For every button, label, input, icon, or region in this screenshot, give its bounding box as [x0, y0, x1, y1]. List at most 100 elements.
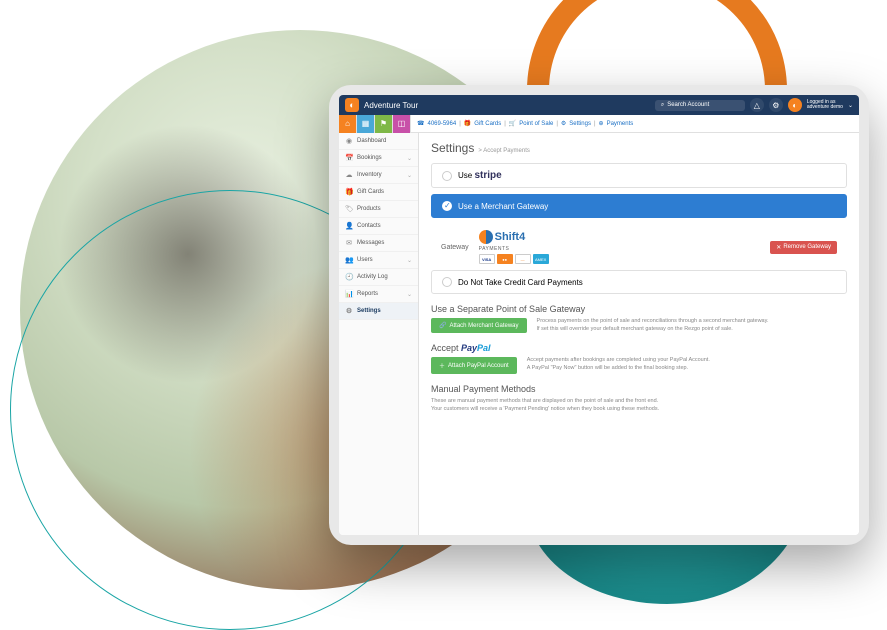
paypal-description: Accept payments after bookings are compl… [527, 357, 710, 372]
crumb-giftcards[interactable]: Gift Cards [474, 121, 501, 127]
payments-icon: ⊕ [599, 120, 604, 127]
stripe-logo: stripe [474, 170, 501, 181]
app-body: ◉ Dashboard 📅 Bookings ⌄ ☁ Inventory ⌄ 🎁 Gift Car… [339, 133, 859, 535]
option-use-stripe[interactable]: Use stripe [431, 163, 847, 188]
quick-tab-chart[interactable]: ◫ [393, 115, 411, 133]
sidebar-item-products[interactable]: 🏷 Products [339, 201, 418, 218]
crumb-account[interactable]: 4069-5964 [427, 121, 456, 127]
sidebar-item-label: Bookings [357, 155, 382, 161]
quick-tab-home[interactable]: ⌂ [339, 115, 357, 133]
chevron-down-icon: ⌄ [407, 291, 412, 298]
crumb-payments[interactable]: Payments [607, 121, 634, 127]
main-content: Settings> Accept Payments Use stripe Use… [419, 133, 859, 535]
sidebar-item-label: Reports [357, 291, 378, 297]
option-no-credit-cards[interactable]: Do Not Take Credit Card Payments [431, 270, 847, 294]
accepted-cards: VISA ●● — AMEX [479, 254, 549, 264]
quick-tab-cart[interactable]: ⚑ [375, 115, 393, 133]
sidebar-item-label: Dashboard [357, 138, 386, 144]
sidebar-icon: ⚙ [345, 307, 353, 315]
radio-icon [442, 277, 452, 287]
sidebar-icon: 🎁 [345, 188, 353, 196]
sidebar-icon: 🏷 [345, 205, 353, 213]
gateway-details: Gateway Shift4 PAYMENTS VISA ●● — AMEX [431, 224, 847, 270]
crumb-pos[interactable]: Point of Sale [519, 121, 553, 127]
attach-paypal-button[interactable]: ＋ Attach PayPal Account [431, 357, 517, 374]
tablet-device: ◐ Adventure Tour ⌕ Search Account △ ⚙ ◐ … [329, 85, 869, 545]
sidebar-icon: ◉ [345, 137, 353, 145]
quick-tabs: ⌂ ▦ ⚑ ◫ [339, 115, 411, 133]
sidebar-item-activity-log[interactable]: 🕘 Activity Log [339, 269, 418, 286]
sidebar-icon: 👥 [345, 256, 353, 264]
crumb-settings[interactable]: Settings [569, 121, 591, 127]
close-icon: ✕ [776, 244, 781, 251]
sidebar-icon: 📅 [345, 154, 353, 162]
separate-pos-description: Process payments on the point of sale an… [537, 318, 769, 333]
sidebar-item-label: Products [357, 206, 381, 212]
mastercard-icon: ●● [497, 254, 513, 264]
option-stripe-label: Use stripe [458, 170, 502, 181]
app-screen: ◐ Adventure Tour ⌕ Search Account △ ⚙ ◐ … [339, 95, 859, 535]
chevron-down-icon[interactable]: ⌄ [848, 102, 853, 109]
option-gateway-label: Use a Merchant Gateway [458, 202, 548, 211]
sidebar-icon: 📊 [345, 290, 353, 298]
header-settings-icon[interactable]: ⚙ [769, 98, 783, 112]
sidebar-icon: 👤 [345, 222, 353, 230]
option-use-merchant-gateway[interactable]: Use a Merchant Gateway [431, 194, 847, 218]
paypal-logo: PayPal [461, 343, 491, 353]
radio-icon [442, 171, 452, 181]
sidebar-item-label: Messages [357, 240, 384, 246]
sidebar-item-contacts[interactable]: 👤 Contacts [339, 218, 418, 235]
sidebar-item-settings[interactable]: ⚙ Settings [339, 303, 418, 320]
amex-icon: AMEX [533, 254, 549, 264]
shift4-subtitle: PAYMENTS [479, 246, 549, 252]
radio-checked-icon [442, 201, 452, 211]
gear-icon: ⚙ [561, 120, 566, 127]
visa-icon: VISA [479, 254, 495, 264]
sidebar-item-label: Activity Log [357, 274, 388, 280]
sidebar-item-bookings[interactable]: 📅 Bookings ⌄ [339, 150, 418, 167]
shift4-gateway: Shift4 PAYMENTS VISA ●● — AMEX [479, 230, 549, 264]
chevron-down-icon: ⌄ [407, 172, 412, 179]
app-header: ◐ Adventure Tour ⌕ Search Account △ ⚙ ◐ … [339, 95, 859, 115]
attach-merchant-gateway-button[interactable]: 🔗 Attach Merchant Gateway [431, 318, 527, 333]
sidebar-icon: 🕘 [345, 273, 353, 281]
sidebar-item-inventory[interactable]: ☁ Inventory ⌄ [339, 167, 418, 184]
gift-icon: 🎁 [464, 120, 471, 127]
sidebar-item-label: Gift Cards [357, 189, 384, 195]
search-placeholder: Search Account [667, 102, 709, 108]
sidebar-icon: ☁ [345, 171, 353, 179]
discover-icon: — [515, 254, 531, 264]
sidebar-item-reports[interactable]: 📊 Reports ⌄ [339, 286, 418, 303]
gateway-field-label: Gateway [441, 244, 469, 251]
search-input[interactable]: ⌕ Search Account [655, 100, 745, 111]
section-separate-pos-title: Use a Separate Point of Sale Gateway [431, 304, 847, 314]
sidebar-item-users[interactable]: 👥 Users ⌄ [339, 252, 418, 269]
chevron-down-icon: ⌄ [407, 257, 412, 264]
app-logo-icon: ◐ [345, 98, 359, 112]
sidebar-item-label: Contacts [357, 223, 381, 229]
search-icon: ⌕ [661, 102, 664, 109]
cart-icon: 🛒 [509, 120, 516, 127]
chevron-down-icon: ⌄ [407, 155, 412, 162]
notifications-icon[interactable]: △ [750, 98, 764, 112]
sidebar-item-label: Users [357, 257, 373, 263]
section-paypal-title: Accept PayPal [431, 343, 847, 353]
phone-icon: ☎ [417, 120, 424, 127]
sidebar-item-gift-cards[interactable]: 🎁 Gift Cards [339, 184, 418, 201]
manual-description: These are manual payment methods that ar… [431, 398, 847, 413]
sidebar: ◉ Dashboard 📅 Bookings ⌄ ☁ Inventory ⌄ 🎁 Gift Car… [339, 133, 419, 535]
app-title: Adventure Tour [364, 101, 418, 110]
avatar[interactable]: ◐ [788, 98, 802, 112]
quick-tab-calendar[interactable]: ▦ [357, 115, 375, 133]
sidebar-item-label: Inventory [357, 172, 382, 178]
remove-gateway-button[interactable]: ✕ Remove Gateway [770, 241, 837, 254]
sidebar-item-dashboard[interactable]: ◉ Dashboard [339, 133, 418, 150]
plus-icon: ＋ [439, 361, 445, 370]
shift4-swirl-icon [479, 230, 493, 244]
sidebar-icon: ✉ [345, 239, 353, 247]
link-icon: 🔗 [439, 322, 446, 329]
breadcrumb-bar: ⌂ ▦ ⚑ ◫ ☎ 4069-5964 | 🎁 Gift Cards | 🛒 P… [339, 115, 859, 133]
sidebar-item-messages[interactable]: ✉ Messages [339, 235, 418, 252]
shift4-logo: Shift4 [479, 230, 549, 244]
sidebar-item-label: Settings [357, 308, 381, 314]
